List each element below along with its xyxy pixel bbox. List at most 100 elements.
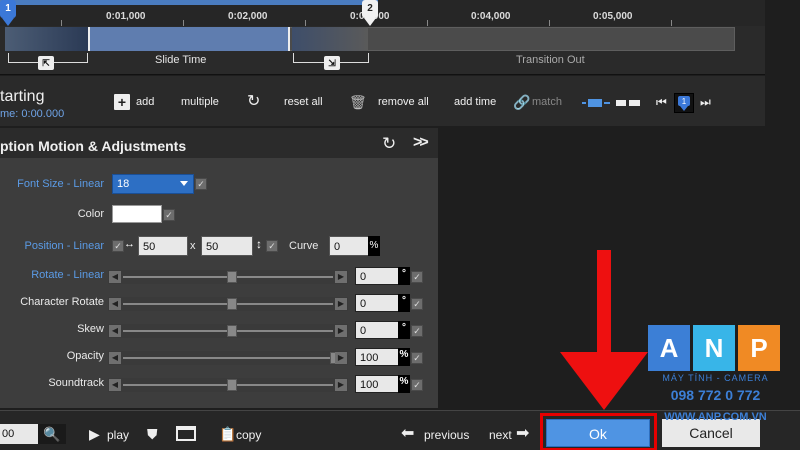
marker-pointer-icon bbox=[364, 18, 376, 26]
add-time-button[interactable]: add time bbox=[454, 96, 496, 108]
current-keyframe-button[interactable]: 1 bbox=[674, 93, 694, 113]
slider-left-arrow-icon[interactable]: ◀ bbox=[109, 379, 121, 391]
soundtrack-unit: % bbox=[398, 375, 410, 393]
logo-tagline: MÁY TÍNH - CAMERA bbox=[662, 373, 769, 383]
frame-icon[interactable] bbox=[176, 426, 196, 441]
character-rotate-unit: ° bbox=[398, 294, 410, 312]
arrow-right-icon[interactable]: ➡ bbox=[516, 426, 529, 442]
transition-in-handle-icon[interactable]: ⇱ bbox=[38, 56, 54, 70]
add-icon[interactable]: + bbox=[114, 94, 130, 110]
character-rotate-slider[interactable]: ◀ ▶ bbox=[108, 297, 348, 311]
panel-expand-icon[interactable]: >> bbox=[413, 134, 429, 152]
chevron-down-icon[interactable] bbox=[180, 181, 188, 186]
slider-right-arrow-icon[interactable]: ▶ bbox=[335, 352, 347, 364]
slider-thumb[interactable] bbox=[227, 379, 237, 391]
opacity-checkbox[interactable]: ✓ bbox=[411, 352, 423, 364]
rotate-unit: ° bbox=[398, 267, 410, 285]
slider-left-arrow-icon[interactable]: ◀ bbox=[109, 325, 121, 337]
opacity-label: Opacity bbox=[66, 350, 104, 362]
trash-icon[interactable]: 🗑 bbox=[349, 94, 367, 110]
rotate-value-input[interactable]: 0 bbox=[355, 267, 399, 285]
keyframe-marker-start[interactable]: 1 bbox=[0, 0, 16, 18]
reset-all-button[interactable]: reset all bbox=[284, 96, 323, 108]
character-rotate-label: Character Rotate bbox=[20, 296, 104, 308]
logo-phone: 098 772 0 772 bbox=[670, 387, 761, 403]
curve-unit: % bbox=[368, 236, 380, 256]
add-button[interactable]: add bbox=[136, 96, 154, 108]
previous-button[interactable]: previous bbox=[424, 428, 469, 442]
rotate-checkbox[interactable]: ✓ bbox=[411, 271, 423, 283]
soundtrack-slider[interactable]: ◀ ▶ bbox=[108, 378, 348, 392]
logo-website: WWW.ANP.COM.VN bbox=[664, 411, 767, 423]
slider-left-arrow-icon[interactable]: ◀ bbox=[109, 271, 121, 283]
match-button[interactable]: match bbox=[532, 96, 562, 108]
slider-thumb[interactable] bbox=[227, 298, 237, 310]
reset-icon[interactable]: ↻ bbox=[247, 94, 263, 110]
slider-thumb[interactable] bbox=[227, 271, 237, 283]
font-size-checkbox[interactable]: ✓ bbox=[195, 178, 207, 190]
character-rotate-value-input[interactable]: 0 bbox=[355, 294, 399, 312]
color-checkbox[interactable]: ✓ bbox=[163, 209, 175, 221]
tick-label: 0:05,000 bbox=[593, 11, 633, 22]
rotate-label[interactable]: Rotate - Linear bbox=[0, 269, 104, 281]
horizontal-arrows-icon: ↔ bbox=[124, 238, 135, 250]
timeline-view-zoomed-icon[interactable] bbox=[582, 99, 610, 107]
skew-slider[interactable]: ◀ ▶ bbox=[108, 324, 348, 338]
slider-thumb[interactable] bbox=[227, 325, 237, 337]
marker-pointer-icon bbox=[2, 18, 14, 26]
tick-label: 0:02,000 bbox=[228, 11, 268, 22]
search-icon[interactable]: 🔍 bbox=[38, 424, 66, 444]
slider-right-arrow-icon[interactable]: ▶ bbox=[335, 298, 347, 310]
position-lock-checkbox[interactable]: ✓ bbox=[266, 240, 278, 252]
font-size-label[interactable]: Font Size - Linear bbox=[0, 178, 104, 190]
last-keyframe-icon[interactable]: ⏭ bbox=[700, 95, 712, 109]
copy-button[interactable]: copy bbox=[236, 428, 261, 442]
remove-all-button[interactable]: remove all bbox=[378, 96, 429, 108]
play-button[interactable]: play bbox=[107, 428, 129, 442]
clipboard-icon[interactable]: 📋 bbox=[219, 426, 236, 442]
position-y-input[interactable]: 50 bbox=[201, 236, 253, 256]
slider-left-arrow-icon[interactable]: ◀ bbox=[109, 298, 121, 310]
slider-track[interactable] bbox=[123, 357, 333, 359]
logo-letter: P bbox=[738, 325, 780, 371]
skew-label: Skew bbox=[77, 323, 104, 335]
slider-right-arrow-icon[interactable]: ▶ bbox=[335, 325, 347, 337]
position-x-input[interactable]: 50 bbox=[138, 236, 188, 256]
curve-label: Curve bbox=[289, 240, 319, 252]
position-checkbox[interactable]: ✓ bbox=[112, 240, 124, 252]
keyframe-marker-end[interactable]: 2 bbox=[362, 0, 378, 18]
opacity-value-input[interactable]: 100 bbox=[355, 348, 399, 366]
link-icon[interactable]: 🔗 bbox=[513, 94, 530, 110]
curve-input[interactable]: 0 bbox=[329, 236, 369, 256]
transition-in-segment[interactable] bbox=[5, 27, 90, 51]
shield-icon[interactable]: ⛊ bbox=[147, 426, 158, 442]
skew-checkbox[interactable]: ✓ bbox=[411, 325, 423, 337]
logo-letter: N bbox=[693, 325, 735, 371]
soundtrack-label: Soundtrack bbox=[48, 377, 104, 389]
play-icon[interactable]: ▶ bbox=[89, 426, 100, 442]
opacity-slider[interactable]: ◀ ▶ bbox=[108, 351, 348, 365]
slide-time-segment[interactable] bbox=[90, 27, 290, 51]
timeline-view-full-icon[interactable] bbox=[616, 99, 640, 107]
slider-right-arrow-icon[interactable]: ▶ bbox=[335, 271, 347, 283]
color-swatch[interactable] bbox=[112, 205, 162, 223]
first-keyframe-icon[interactable]: ⏮ bbox=[656, 95, 668, 109]
character-rotate-checkbox[interactable]: ✓ bbox=[411, 298, 423, 310]
panel-reset-icon[interactable]: ↻ bbox=[382, 135, 396, 153]
highlight-frame bbox=[540, 413, 657, 450]
transition-out-segment[interactable] bbox=[292, 27, 368, 51]
arrow-left-icon[interactable]: ⬅ bbox=[401, 426, 414, 442]
position-label[interactable]: Position - Linear bbox=[0, 240, 105, 252]
next-button[interactable]: next bbox=[489, 428, 512, 442]
zoom-input[interactable]: 00 bbox=[0, 424, 38, 444]
transition-out-handle-icon[interactable]: ⇲ bbox=[324, 56, 340, 70]
skew-value-input[interactable]: 0 bbox=[355, 321, 399, 339]
slider-right-arrow-icon[interactable]: ▶ bbox=[335, 379, 347, 391]
soundtrack-checkbox[interactable]: ✓ bbox=[411, 379, 423, 391]
slider-left-arrow-icon[interactable]: ◀ bbox=[109, 352, 121, 364]
multiple-button[interactable]: multiple bbox=[181, 96, 219, 108]
rotate-slider[interactable]: ◀ ▶ bbox=[108, 270, 348, 284]
keyframe-time: me: 0:00.000 bbox=[0, 108, 65, 120]
red-arrow-icon bbox=[597, 250, 611, 360]
soundtrack-value-input[interactable]: 100 bbox=[355, 375, 399, 393]
